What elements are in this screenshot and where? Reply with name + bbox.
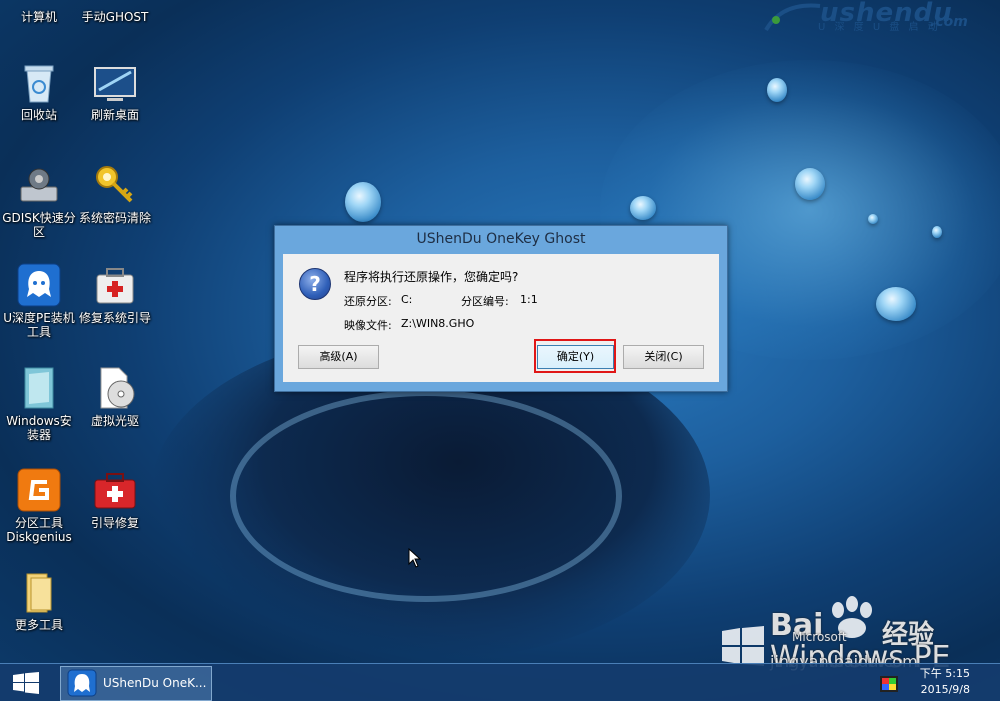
close-button[interactable]: 关闭(C) bbox=[623, 345, 704, 369]
folder-icon bbox=[17, 570, 61, 614]
image-file-label: 映像文件: bbox=[344, 319, 392, 332]
dialog-title[interactable]: UShenDu OneKey Ghost bbox=[275, 226, 727, 253]
ok-button-highlight bbox=[534, 339, 616, 373]
desktop-icon-computer[interactable]: 计算机 bbox=[1, 0, 77, 24]
water-drop bbox=[876, 287, 916, 321]
desktop-icon-label: U深度PE装机工具 bbox=[3, 311, 75, 339]
desktop-icon-gdisk[interactable]: GDISK快速分区 bbox=[1, 163, 77, 239]
ushendu-pe-icon bbox=[17, 263, 61, 307]
advanced-button[interactable]: 高级(A) bbox=[298, 345, 379, 369]
boot-repair-icon bbox=[93, 468, 137, 512]
key-icon bbox=[93, 163, 137, 207]
clock-time: 下午 5:15 bbox=[919, 667, 970, 680]
desktop-icon-virtual-drive[interactable]: 虚拟光驱 bbox=[77, 366, 153, 428]
windows-installer-icon bbox=[17, 366, 61, 410]
partition-number-label: 分区编号: bbox=[461, 295, 509, 308]
desktop-icon-label: 刷新桌面 bbox=[90, 108, 139, 122]
desktop-icon-password-clear[interactable]: 系统密码清除 bbox=[77, 163, 153, 225]
desktop-icon-ushendu-pe[interactable]: U深度PE装机工具 bbox=[1, 263, 77, 339]
start-button[interactable] bbox=[0, 664, 54, 701]
desktop-icon-label: 计算机 bbox=[20, 10, 57, 24]
taskbar-item-onekey-ghost[interactable]: UShenDu OneK... bbox=[60, 666, 212, 701]
confirm-question: 程序将执行还原操作，您确定吗? bbox=[344, 270, 519, 284]
refresh-desktop-icon bbox=[93, 60, 137, 104]
image-file-value: Z:\WIN8.GHO bbox=[401, 317, 475, 330]
question-icon: ? bbox=[299, 268, 331, 300]
dialog-body: ? 程序将执行还原操作，您确定吗? 还原分区: C: 分区编号: 1:1 映像文… bbox=[283, 254, 719, 382]
desktop-icon-label: 虚拟光驱 bbox=[90, 414, 139, 428]
desktop-icon-label: 修复系统引导 bbox=[78, 311, 151, 325]
desktop-icon-boot-repair[interactable]: 引导修复 bbox=[77, 468, 153, 530]
taskbar-item-label: UShenDu OneK... bbox=[103, 676, 207, 690]
desktop-icon-windows-installer[interactable]: Windows安装器 bbox=[1, 366, 77, 442]
windows-start-icon bbox=[13, 672, 39, 694]
brand-subtitle: U 深 度 U 盘 启 动 bbox=[818, 22, 941, 33]
ushendu-app-icon bbox=[67, 669, 97, 697]
taskbar: UShenDu OneK... 下午 5:15 2015/9/8 bbox=[0, 663, 1000, 701]
desktop-icon-recycle-bin[interactable]: 回收站 bbox=[1, 60, 77, 122]
water-drop bbox=[868, 214, 878, 224]
brand-domain: .com bbox=[930, 14, 968, 30]
desktop-icon-label: 引导修复 bbox=[90, 516, 139, 530]
water-drop bbox=[795, 168, 825, 200]
gdisk-icon bbox=[17, 163, 61, 207]
water-drop bbox=[345, 182, 381, 222]
repair-kit-icon bbox=[93, 263, 137, 307]
desktop-icon-label: 分区工具Diskgenius bbox=[6, 516, 72, 544]
system-clock[interactable]: 下午 5:15 2015/9/8 bbox=[920, 666, 970, 698]
water-drop bbox=[932, 226, 942, 238]
desktop-icon-label: 回收站 bbox=[20, 108, 57, 122]
windows-logo-icon bbox=[722, 626, 764, 666]
onekey-ghost-dialog: UShenDu OneKey Ghost ? 程序将执行还原操作，您确定吗? 还… bbox=[274, 225, 728, 392]
water-drop bbox=[630, 196, 656, 220]
desktop-icon-refresh-desktop[interactable]: 刷新桌面 bbox=[77, 60, 153, 122]
desktop-icon-label: GDISK快速分区 bbox=[2, 211, 76, 239]
wallpaper-ring bbox=[230, 390, 622, 602]
partition-number-value: 1:1 bbox=[520, 293, 538, 306]
desktop-icon-more-tools[interactable]: 更多工具 bbox=[1, 570, 77, 632]
virtual-drive-icon bbox=[93, 366, 137, 410]
color-picker-tray-icon[interactable] bbox=[880, 676, 898, 692]
recycle-bin-icon bbox=[17, 60, 61, 104]
diskgenius-icon bbox=[17, 468, 61, 512]
water-drop bbox=[767, 78, 787, 102]
desktop-icon-label: 系统密码清除 bbox=[78, 211, 151, 225]
desktop-icon-label: 更多工具 bbox=[14, 618, 63, 632]
desktop-icon-repair-boot[interactable]: 修复系统引导 bbox=[77, 263, 153, 325]
clock-date: 2015/9/8 bbox=[920, 683, 970, 696]
desktop-icon-diskgenius[interactable]: 分区工具Diskgenius bbox=[1, 468, 77, 544]
mouse-cursor-icon bbox=[408, 548, 422, 568]
ushendu-logo-icon bbox=[764, 3, 821, 32]
desktop-icon-ghost[interactable]: 手动GHOST bbox=[77, 0, 153, 24]
desktop-icon-label: 手动GHOST bbox=[81, 10, 149, 24]
restore-partition-value: C: bbox=[401, 293, 413, 306]
desktop-icon-label: Windows安装器 bbox=[6, 414, 72, 442]
restore-partition-label: 还原分区: bbox=[344, 295, 392, 308]
